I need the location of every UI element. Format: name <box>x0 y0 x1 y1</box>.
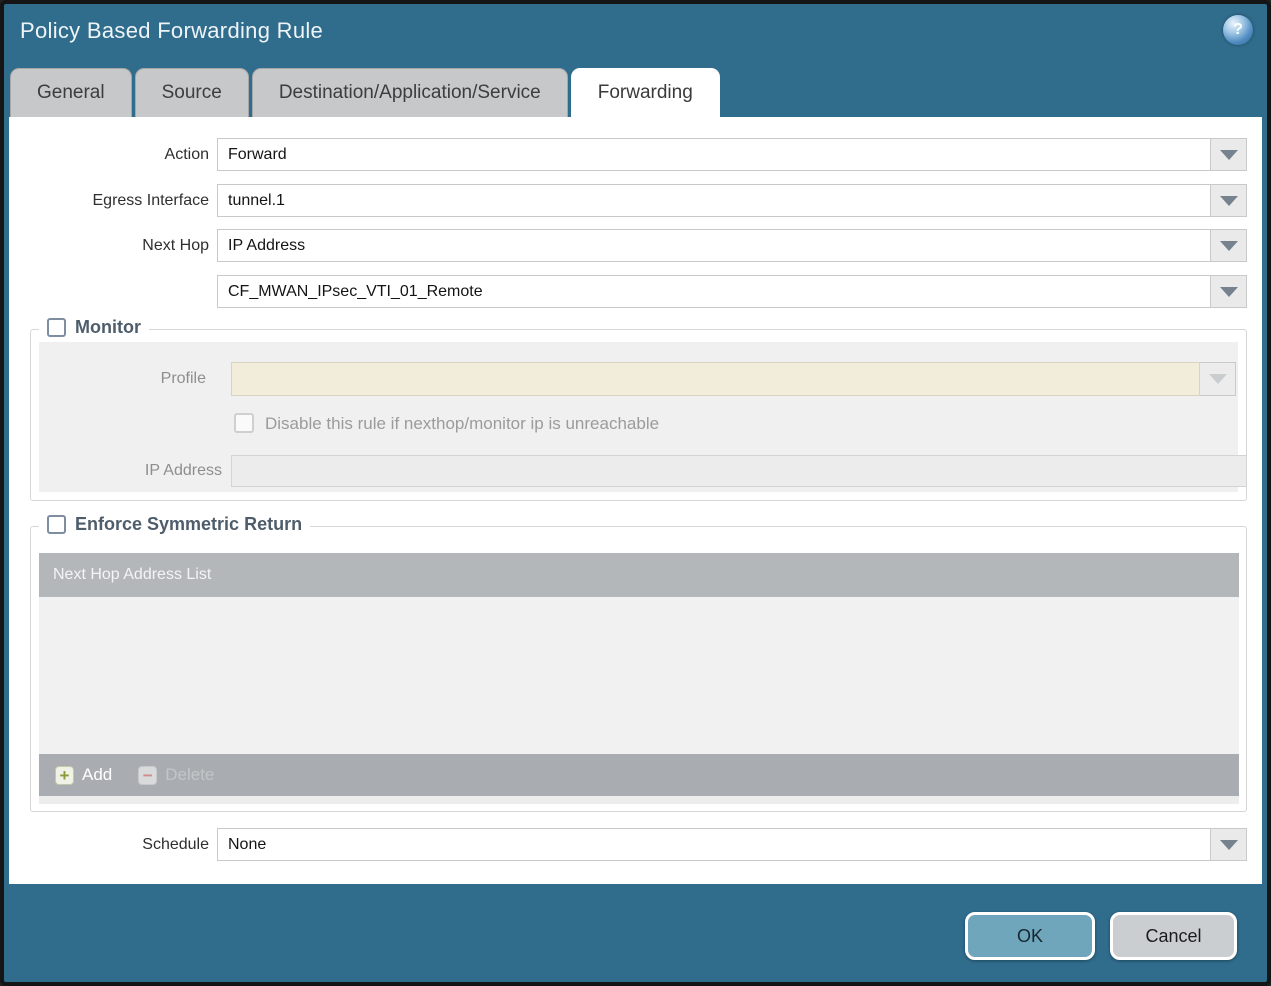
add-button[interactable]: + Add <box>55 765 112 785</box>
monitor-legend: Monitor <box>39 317 149 338</box>
next-hop-type-dropdown-button[interactable] <box>1211 229 1247 262</box>
chevron-down-icon <box>1219 240 1238 251</box>
dialog-title: Policy Based Forwarding Rule <box>20 18 324 43</box>
tab-general[interactable]: General <box>10 68 132 117</box>
egress-interface-dropdown-button[interactable] <box>1211 184 1247 217</box>
disable-rule-label: Disable this rule if nexthop/monitor ip … <box>265 414 660 433</box>
chevron-down-icon <box>1219 149 1238 160</box>
schedule-label: Schedule <box>142 836 209 853</box>
delete-icon: − <box>138 765 158 785</box>
help-icon[interactable]: ? <box>1223 15 1253 45</box>
chevron-down-icon <box>1208 374 1227 384</box>
monitor-profile-dropdown-button <box>1200 362 1236 396</box>
delete-button: − Delete <box>138 765 214 785</box>
chevron-down-icon <box>1219 286 1238 297</box>
next-hop-address-list-body[interactable] <box>39 597 1239 754</box>
enforce-symmetric-return-checkbox[interactable] <box>47 515 66 534</box>
next-hop-type-input[interactable] <box>217 229 1211 262</box>
chevron-down-icon <box>1219 195 1238 206</box>
chevron-down-icon <box>1219 839 1238 850</box>
enforce-symmetric-return-section: Enforce Symmetric Return Next Hop Addres… <box>30 514 1247 812</box>
tab-destination-application-service[interactable]: Destination/Application/Service <box>251 68 568 117</box>
next-hop-address-table: Next Hop Address List + Add − Delete <box>39 553 1239 804</box>
next-hop-address-input[interactable] <box>217 275 1211 308</box>
monitor-disabled-panel: Profile Disable this rule if nexthop/mon… <box>39 342 1247 492</box>
action-label: Action <box>164 146 209 163</box>
next-hop-label: Next Hop <box>142 237 209 254</box>
profile-label: Profile <box>160 370 206 387</box>
next-hop-address-dropdown-button[interactable] <box>1211 275 1247 308</box>
table-toolbar: + Add − Delete <box>39 754 1239 796</box>
schedule-dropdown-button[interactable] <box>1211 828 1247 861</box>
add-button-label: Add <box>82 765 113 784</box>
monitor-profile-input <box>231 362 1200 396</box>
tab-source[interactable]: Source <box>134 68 249 117</box>
next-hop-address-list-header: Next Hop Address List <box>39 553 1239 597</box>
policy-based-forwarding-dialog: Policy Based Forwarding Rule ? General S… <box>0 0 1271 986</box>
delete-button-label: Delete <box>165 765 215 784</box>
cancel-button[interactable]: Cancel <box>1110 912 1237 960</box>
action-dropdown-button[interactable] <box>1211 138 1247 171</box>
monitor-ip-address-input <box>231 455 1247 487</box>
add-icon: + <box>55 765 74 785</box>
monitor-checkbox[interactable] <box>47 318 66 337</box>
disable-rule-checkbox <box>234 413 254 433</box>
ok-button[interactable]: OK <box>965 912 1095 960</box>
egress-interface-label: Egress Interface <box>92 192 210 209</box>
tab-bar: General Source Destination/Application/S… <box>10 68 720 117</box>
enforce-symmetric-return-legend-label: Enforce Symmetric Return <box>75 514 303 534</box>
action-input[interactable] <box>217 138 1211 171</box>
egress-interface-input[interactable] <box>217 184 1211 217</box>
tab-forwarding[interactable]: Forwarding <box>570 68 720 117</box>
monitor-legend-label: Monitor <box>75 317 141 337</box>
monitor-ip-address-label: IP Address <box>144 462 222 479</box>
schedule-input[interactable] <box>217 828 1211 861</box>
forwarding-tab-panel: Action Egress Interface Next Hop <box>9 117 1262 884</box>
enforce-symmetric-return-legend: Enforce Symmetric Return <box>39 514 311 535</box>
monitor-section: Monitor Profile Disable this rule if nex… <box>30 317 1247 501</box>
table-bottom-strip <box>39 796 1239 804</box>
